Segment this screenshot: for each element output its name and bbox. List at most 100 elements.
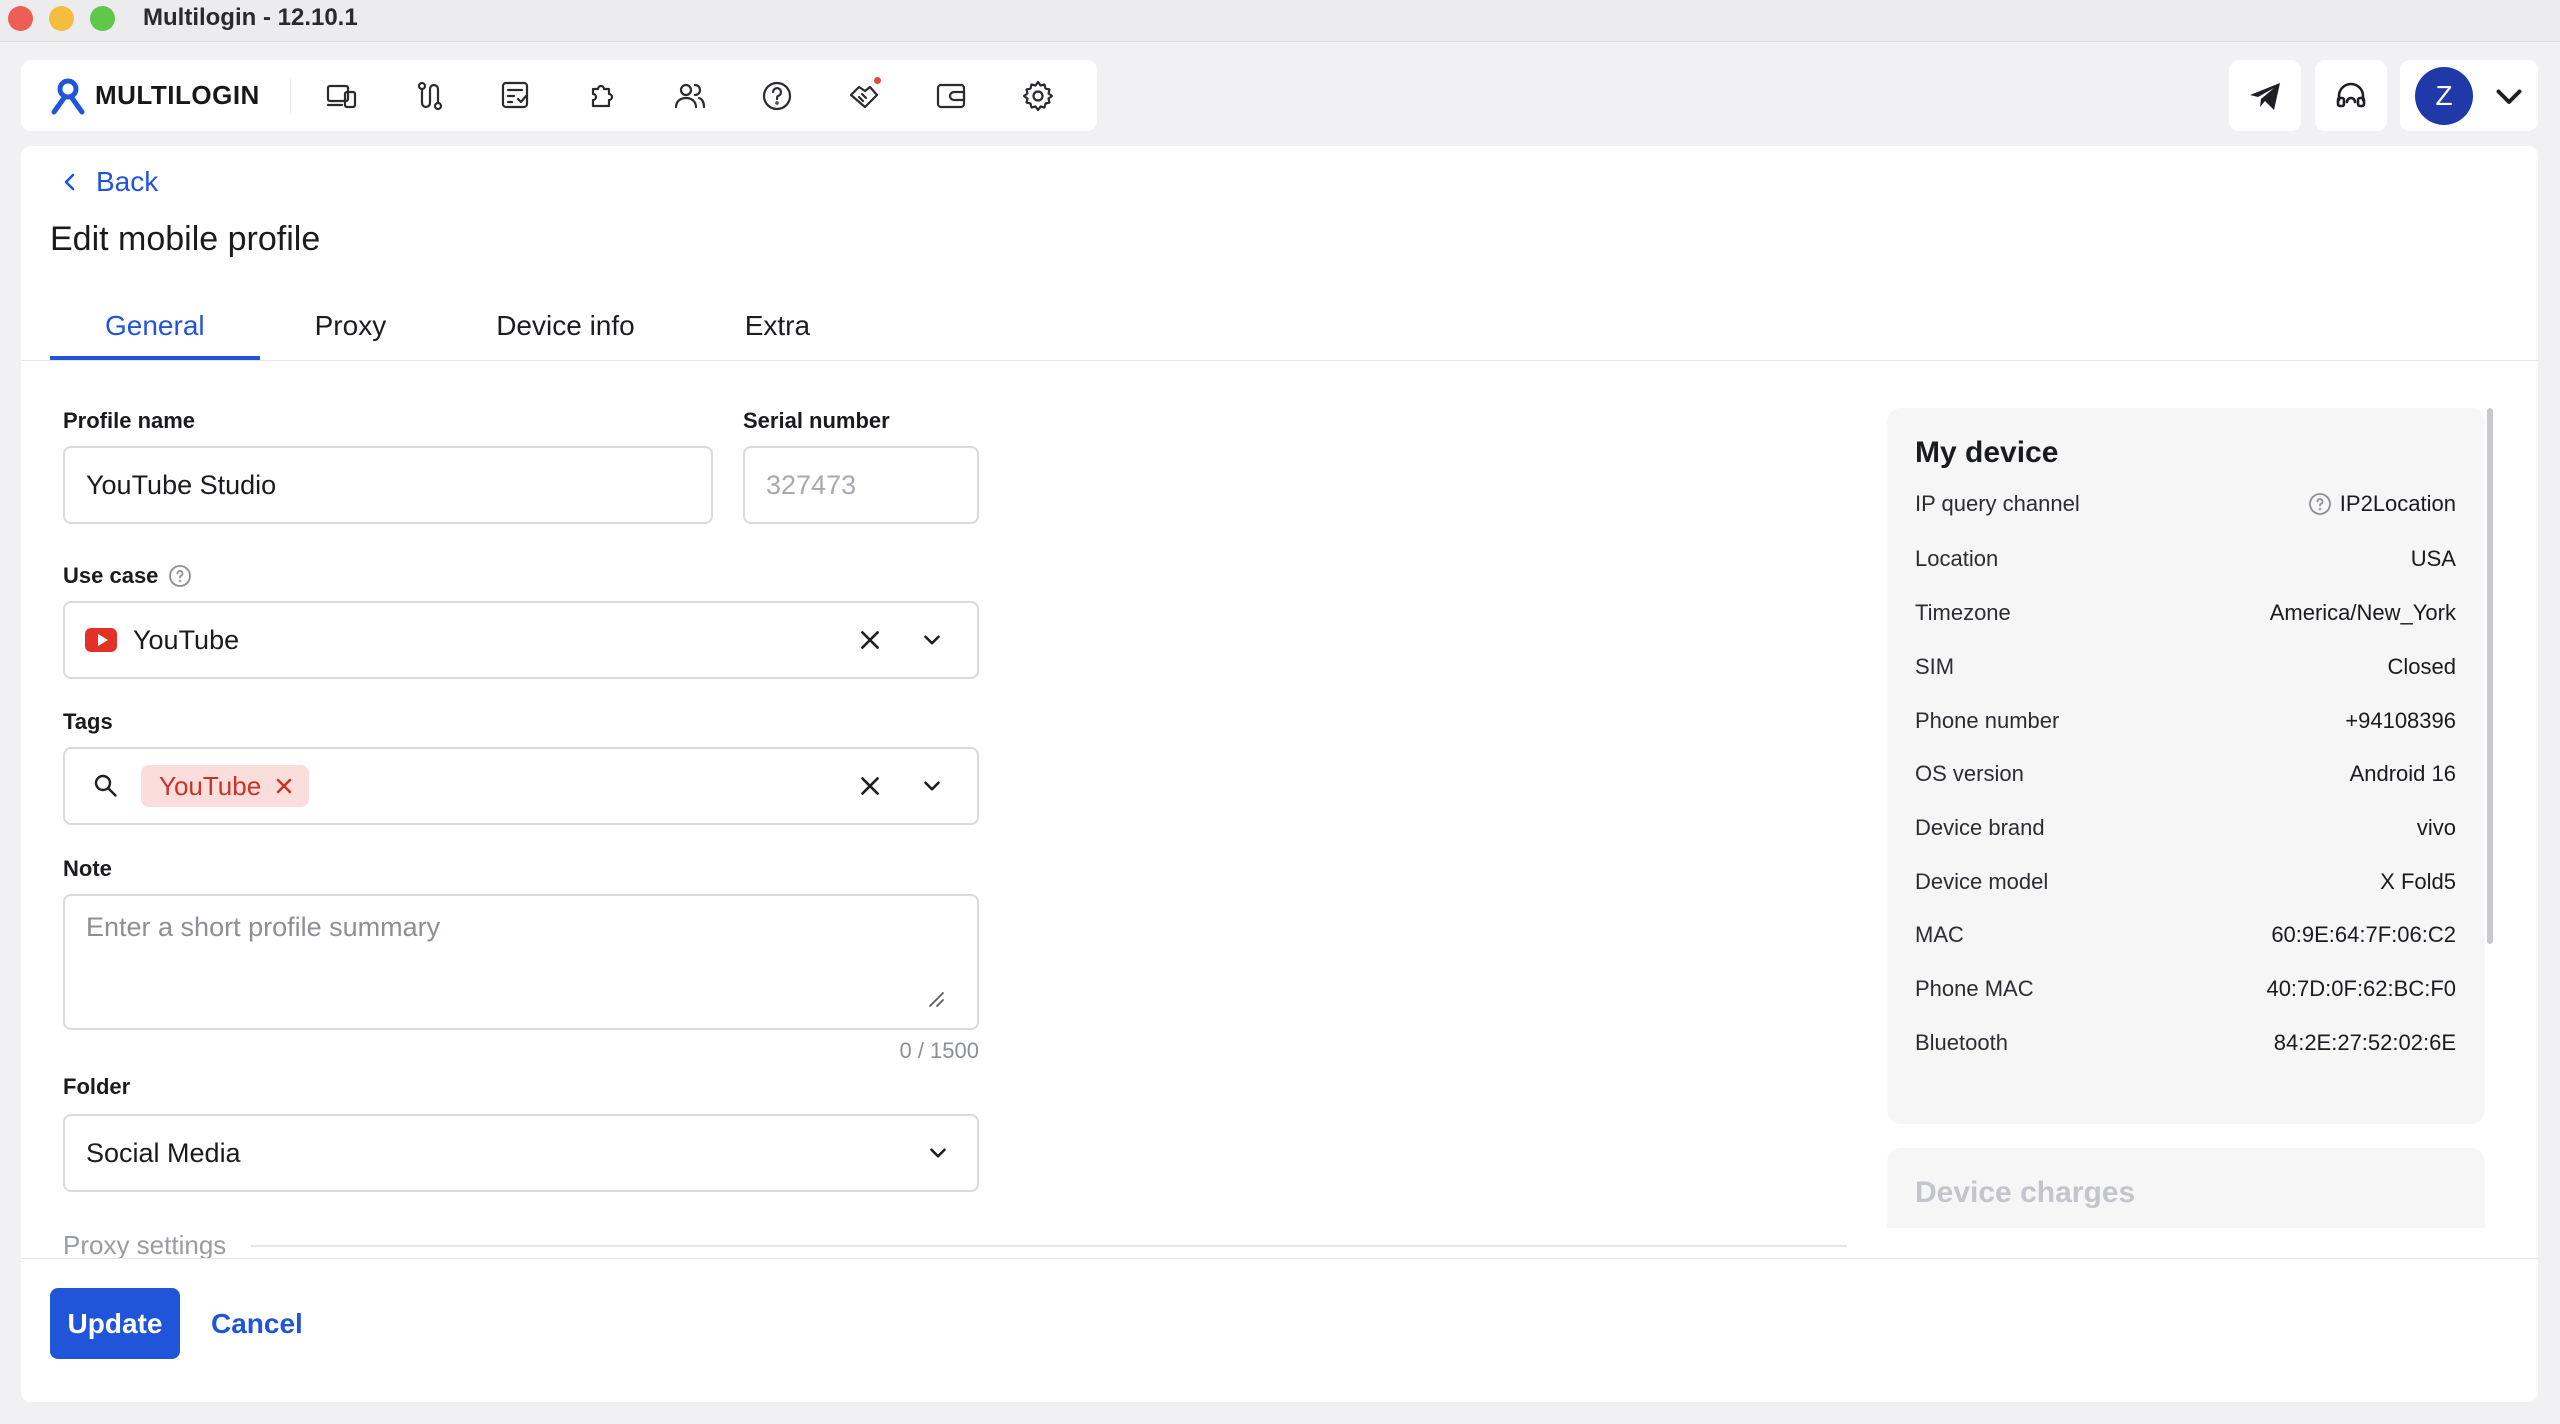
folder-label: Folder — [63, 1074, 130, 1100]
device-info-value: Closed — [2388, 654, 2456, 680]
device-info-key: Device model — [1915, 869, 2049, 894]
scripts-icon — [502, 81, 529, 108]
nav-settings[interactable] — [995, 60, 1082, 131]
telegram-button[interactable] — [2229, 60, 2301, 131]
device-info-key: Device brand — [1915, 815, 2045, 840]
serial-number-placeholder: 327473 — [766, 469, 857, 500]
cancel-button[interactable]: Cancel — [211, 1288, 303, 1359]
serial-number-label: Serial number — [743, 408, 890, 434]
note-placeholder: Enter a short profile summary — [86, 912, 441, 942]
device-info-row: Bluetooth 84:2E:27:52:02:6E — [1915, 1025, 2456, 1061]
nav-profiles[interactable] — [299, 60, 386, 131]
nav-divider — [289, 78, 291, 113]
device-info-key: OS version — [1915, 761, 2024, 786]
nav-automation[interactable] — [386, 60, 473, 131]
help-circle-icon[interactable] — [2308, 492, 2332, 516]
main-panel: Back Edit mobile profile General Proxy D… — [21, 146, 2538, 1402]
tab-extra[interactable]: Extra — [690, 292, 865, 360]
logo[interactable]: MULTILOGIN — [48, 60, 260, 131]
clear-icon[interactable] — [857, 627, 883, 653]
multilogin-logo-icon — [51, 78, 85, 114]
note-label: Note — [63, 856, 112, 882]
folder-select[interactable]: Social Media — [63, 1114, 979, 1192]
section-divider — [251, 1245, 1847, 1247]
device-info-value-text: +94108396 — [2345, 708, 2456, 733]
help-circle-icon[interactable] — [168, 564, 192, 588]
chevron-down-icon[interactable] — [925, 1140, 951, 1166]
device-info-value-text: 60:9E:64:7F:06:C2 — [2271, 922, 2456, 947]
tags-label-text: Tags — [63, 709, 113, 734]
window-title: Multilogin - 12.10.1 — [143, 4, 358, 31]
device-info-value: Android 16 — [2350, 761, 2456, 787]
chevron-down-icon[interactable] — [919, 773, 945, 799]
form-footer: Update Cancel — [21, 1258, 2538, 1402]
support-headset-icon — [2336, 82, 2366, 107]
tabs-divider — [21, 360, 2538, 361]
device-info-row: OS version Android 16 — [1915, 756, 2456, 792]
device-info-value: +94108396 — [2345, 708, 2456, 734]
device-info-row: Timezone America/New_York — [1915, 595, 2456, 631]
device-info-value-text: 84:2E:27:52:02:6E — [2273, 1030, 2456, 1055]
window-titlebar: Multilogin - 12.10.1 — [0, 0, 2560, 42]
top-navbar: MULTILOGIN — [21, 60, 1097, 131]
profile-name-input[interactable]: YouTube Studio — [63, 446, 713, 524]
tags-select[interactable]: YouTube — [63, 747, 979, 825]
chevron-down-icon[interactable] — [919, 627, 945, 653]
extensions-icon — [592, 84, 614, 107]
proxy-settings-section-title: Proxy settings — [63, 1230, 227, 1260]
use-case-value: YouTube — [133, 624, 240, 655]
device-info-key: Phone number — [1915, 708, 2060, 733]
device-info-row: Phone MAC 40:7D:0F:62:BC:F0 — [1915, 971, 2456, 1007]
resize-handle-icon[interactable] — [927, 990, 945, 1008]
maximize-window-button[interactable] — [90, 6, 115, 31]
youtube-icon — [85, 628, 117, 652]
nav-help[interactable] — [734, 60, 821, 131]
device-info-row: Device model X Fold5 — [1915, 864, 2456, 900]
nav-extensions[interactable] — [560, 60, 647, 131]
device-info-row: SIM Closed — [1915, 649, 2456, 685]
support-button[interactable] — [2315, 60, 2387, 131]
device-info-value: X Fold5 — [2380, 869, 2456, 895]
clear-icon[interactable] — [857, 773, 883, 799]
tab-proxy[interactable]: Proxy — [260, 292, 442, 360]
nav-wallet[interactable] — [908, 60, 995, 131]
use-case-label-text: Use case — [63, 563, 159, 588]
tag-chip[interactable]: YouTube — [141, 765, 310, 807]
device-info-value: America/New_York — [2270, 600, 2456, 626]
serial-number-input[interactable]: 327473 — [743, 446, 979, 524]
nav-scripts[interactable] — [473, 60, 560, 131]
device-info-row: Device brand vivo — [1915, 810, 2456, 846]
update-button[interactable]: Update — [50, 1288, 180, 1359]
device-info-row: IP query channel IP2Location — [1915, 486, 2456, 522]
back-link[interactable]: Back — [58, 166, 158, 198]
device-info-value: 84:2E:27:52:02:6E — [2274, 1030, 2456, 1056]
minimize-window-button[interactable] — [49, 6, 74, 31]
team-icon — [675, 83, 706, 108]
device-charges-title: Device charges — [1915, 1176, 2136, 1209]
my-device-title: My device — [1915, 436, 2059, 469]
device-info-value-text: Closed — [2387, 654, 2456, 679]
device-info-key: MAC — [1915, 922, 1964, 947]
profile-name-label-text: Profile name — [63, 408, 196, 433]
device-info-value-text: IP2Location — [2339, 491, 2456, 516]
device-info-key: Bluetooth — [1915, 1030, 2008, 1055]
use-case-select[interactable]: YouTube — [63, 601, 979, 679]
remove-tag-icon[interactable] — [273, 775, 295, 797]
close-window-button[interactable] — [8, 6, 33, 31]
device-info-value-text: Android 16 — [2349, 761, 2456, 786]
device-info-value: IP2Location — [2308, 491, 2456, 517]
folder-label-text: Folder — [63, 1074, 131, 1099]
profile-name-label: Profile name — [63, 408, 195, 434]
tab-device-info[interactable]: Device info — [441, 292, 690, 360]
user-menu-button[interactable]: Z — [2400, 60, 2538, 131]
wallet-icon — [937, 83, 966, 108]
device-card-scrollbar[interactable] — [2487, 408, 2493, 944]
profiles-icon — [327, 84, 357, 108]
nav-team[interactable] — [647, 60, 734, 131]
tab-general[interactable]: General — [50, 292, 260, 360]
nav-partners[interactable] — [821, 60, 908, 131]
note-textarea[interactable]: Enter a short profile summary — [63, 894, 979, 1030]
device-info-value: 40:7D:0F:62:BC:F0 — [2266, 976, 2456, 1002]
profile-tabs: General Proxy Device info Extra — [50, 292, 865, 360]
automation-icon — [418, 81, 443, 110]
